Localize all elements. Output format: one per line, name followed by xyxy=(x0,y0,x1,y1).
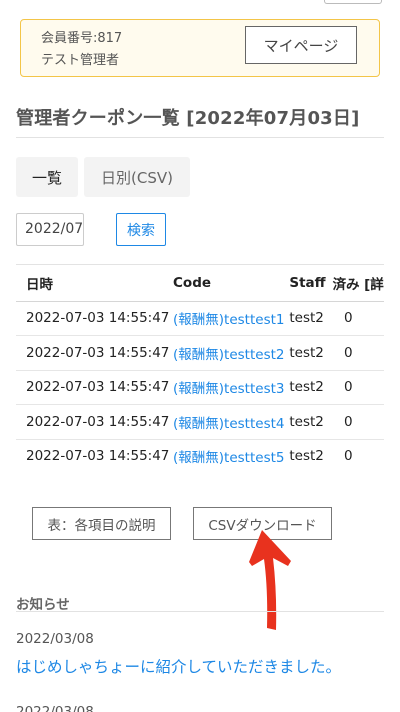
row-datetime: 2022-07-03 14:55:47 xyxy=(16,404,174,440)
table-header-row: 日時 Code Staff 済み [詳 xyxy=(16,265,384,302)
member-details: 会員番号:817 テスト管理者 xyxy=(41,28,122,72)
coupon-code-link[interactable]: (報酬無)testtest1 xyxy=(173,312,284,328)
table-row: 2022-07-03 14:55:47 (報酬無)testtest2 test2… xyxy=(16,335,384,371)
row-done: 0 xyxy=(332,335,365,371)
table-row: 2022-07-03 14:55:47 (報酬無)testtest5 test2… xyxy=(16,439,384,466)
tab-list[interactable]: 一覧 xyxy=(16,157,78,197)
row-datetime: 2022-07-03 14:55:47 xyxy=(16,301,174,336)
search-button[interactable]: 検索 xyxy=(116,213,166,246)
row-staff: test2 xyxy=(289,439,333,466)
row-datetime: 2022-07-03 14:55:47 xyxy=(16,335,174,371)
coupon-code-link[interactable]: (報酬無)testtest5 xyxy=(173,450,284,466)
row-datetime: 2022-07-03 14:55:47 xyxy=(16,439,174,466)
member-info-panel: 会員番号:817 テスト管理者 マイページ xyxy=(20,19,380,77)
coupon-table[interactable]: 日時 Code Staff 済み [詳 2022-07-03 14:55:47 … xyxy=(16,264,384,466)
news-heading: お知らせ xyxy=(16,597,70,613)
column-legend-button[interactable]: 表：各項目の説明 xyxy=(32,507,171,540)
row-done: 0 xyxy=(332,301,365,336)
news-item-link[interactable]: はじめしゃちょーに紹介していただきました。 xyxy=(16,655,341,677)
row-done: 0 xyxy=(332,404,365,440)
row-done: 0 xyxy=(332,439,365,466)
red-arrow-annotation xyxy=(249,530,291,630)
table-row: 2022-07-03 14:55:47 (報酬無)testtest4 test2… xyxy=(16,404,384,440)
coupon-code-link[interactable]: (報酬無)testtest3 xyxy=(173,381,284,397)
news-divider xyxy=(16,611,384,612)
top-header-button-edge[interactable] xyxy=(324,0,382,4)
header-detail: [詳 xyxy=(364,265,384,302)
coupon-code-link[interactable]: (報酬無)testtest4 xyxy=(173,416,284,432)
date-input[interactable]: 2022/07/03 xyxy=(16,213,84,246)
red-arrow-shape xyxy=(249,530,291,630)
member-name: テスト管理者 xyxy=(41,53,120,68)
row-detail xyxy=(364,439,384,466)
row-staff: test2 xyxy=(289,404,333,440)
row-detail xyxy=(364,404,384,440)
row-staff: test2 xyxy=(289,335,333,371)
row-datetime: 2022-07-03 14:55:47 xyxy=(16,370,174,405)
mypage-button[interactable]: マイページ xyxy=(245,26,357,64)
news-date: 2022/03/08 xyxy=(16,631,94,647)
row-done: 0 xyxy=(332,370,365,405)
row-detail xyxy=(364,335,384,371)
row-staff: test2 xyxy=(289,301,333,336)
header-done: 済み xyxy=(332,265,365,302)
coupon-code-link[interactable]: (報酬無)testtest2 xyxy=(173,347,284,363)
news-date: 2022/03/08 xyxy=(16,704,94,712)
tab-daily-csv[interactable]: 日別(CSV) xyxy=(84,157,190,197)
table-row: 2022-07-03 14:55:47 (報酬無)testtest1 test2… xyxy=(16,301,384,336)
row-staff: test2 xyxy=(289,370,333,405)
table-row: 2022-07-03 14:55:47 (報酬無)testtest3 test2… xyxy=(16,370,384,405)
page-title: 管理者クーポン一覧 [2022年07月03日] xyxy=(16,108,360,129)
header-datetime: 日時 xyxy=(16,265,174,302)
row-detail xyxy=(364,301,384,336)
header-code: Code xyxy=(173,265,290,302)
title-divider xyxy=(16,137,384,138)
member-number: 会員番号:817 xyxy=(41,31,123,46)
row-detail xyxy=(364,370,384,405)
header-staff: Staff xyxy=(289,265,333,302)
